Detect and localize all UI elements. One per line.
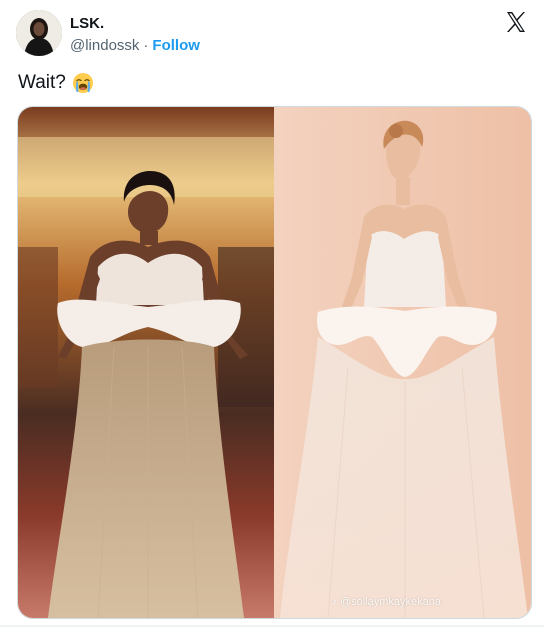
avatar-photo [16,10,62,56]
media-watermark: ♪ @sollaymkaykekana [331,596,441,608]
loudly-crying-face-emoji [72,72,94,94]
tiktok-icon: ♪ [331,596,337,608]
x-logo-icon[interactable] [504,10,528,34]
avatar[interactable] [16,10,62,56]
media-image [18,107,531,618]
tweet-media[interactable]: ♪ @sollaymkaykekana [17,106,532,619]
follow-button[interactable]: Follow [152,37,200,54]
watermark-text: @sollaymkaykekana [339,596,441,608]
separator-dot: · [143,37,149,54]
tweet-body: Wait? [18,72,66,93]
user-handle[interactable]: @lindossk [70,37,139,54]
tweet-card: LSK. @lindossk · Follow Wait? ♪ @sollaym… [0,0,544,627]
display-name[interactable]: LSK. [70,15,104,33]
tweet-text: Wait? [18,71,94,95]
tweet-header: LSK. @lindossk · Follow [16,10,528,58]
handle-line: @lindossk · Follow [70,37,200,55]
